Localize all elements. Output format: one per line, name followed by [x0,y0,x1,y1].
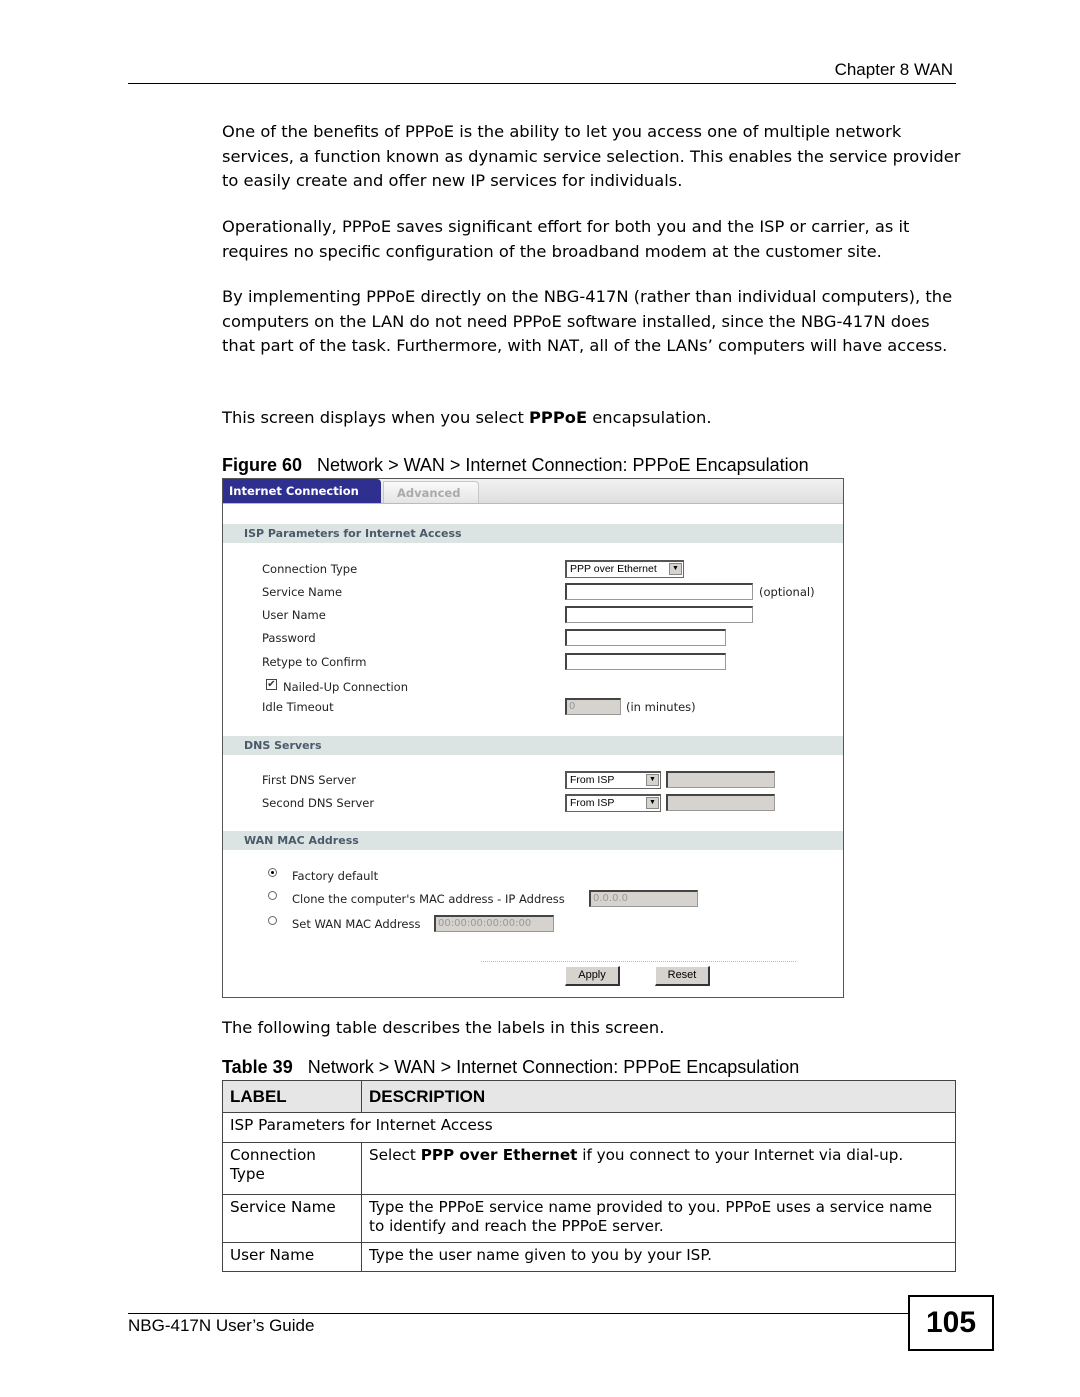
paragraph-select-pppoe: This screen displays when you select PPP… [222,406,962,431]
first-dns-select[interactable]: From ISP ▼ [565,771,661,789]
tab-internet-connection[interactable]: Internet Connection [223,479,381,503]
second-dns-label: Second DNS Server [262,796,375,810]
second-dns-value: From ISP [570,797,615,809]
button-divider [481,961,796,962]
header-divider [128,83,956,84]
description-table: LABEL DESCRIPTION ISP Parameters for Int… [222,1080,956,1272]
page-number: 105 [908,1295,994,1351]
row-description: Type the PPPoE service name provided to … [361,1194,956,1243]
row-label: Connection Type [222,1142,362,1195]
set-mac-label: Set WAN MAC Address [292,917,421,931]
desc-text: Select [369,1146,421,1164]
nailed-up-checkbox[interactable]: ✔ [266,679,277,690]
idle-timeout-label: Idle Timeout [262,700,334,714]
set-mac-input[interactable]: 00:00:00:00:00:00 [434,915,554,932]
user-name-input[interactable] [565,606,753,623]
clone-mac-label: Clone the computer's MAC address - IP Ad… [292,892,565,906]
figure-label: Figure 60 [222,455,303,475]
table-intro-text: The following table describes the labels… [222,1018,665,1037]
section-dns-servers: DNS Servers [223,736,843,755]
paragraph-operationally: Operationally, PPPoE saves significant e… [222,217,910,261]
apply-button[interactable]: Apply [565,966,620,986]
row-label: User Name [222,1242,362,1272]
figure-title: Network > WAN > Internet Connection: PPP… [317,455,809,475]
tab-advanced[interactable]: Advanced [383,481,479,503]
connection-type-select[interactable]: PPP over Ethernet ▼ [565,560,684,578]
section-cell: ISP Parameters for Internet Access [222,1112,956,1143]
reset-button[interactable]: Reset [655,966,710,986]
idle-timeout-input[interactable]: 0 [565,698,621,715]
retype-label: Retype to Confirm [262,655,367,669]
chevron-down-icon: ▼ [646,797,659,809]
header-label: LABEL [222,1080,362,1113]
second-dns-select[interactable]: From ISP ▼ [565,794,661,812]
chapter-header: Chapter 8 WAN [834,60,953,79]
optional-note: (optional) [759,585,815,599]
clone-mac-radio[interactable] [268,891,277,900]
paragraph-implementing: By implementing PPPoE directly on the NB… [222,287,953,356]
router-screenshot: Internet Connection Advanced ISP Paramet… [222,478,844,998]
row-description: Select PPP over Ethernet if you connect … [361,1142,956,1195]
section-isp-parameters: ISP Parameters for Internet Access [223,524,843,543]
header-description: DESCRIPTION [361,1080,956,1113]
password-input[interactable] [565,629,726,646]
row-description: Type the user name given to you by your … [361,1242,956,1272]
bold-term: PPPoE [529,408,588,427]
factory-default-radio[interactable] [268,868,277,877]
chevron-down-icon: ▼ [646,774,659,786]
retype-input[interactable] [565,653,726,670]
password-label: Password [262,631,316,645]
table-title: Network > WAN > Internet Connection: PPP… [307,1057,800,1077]
set-mac-radio[interactable] [268,916,277,925]
text-after: encapsulation. [587,408,712,427]
desc-bold: PPP over Ethernet [420,1146,578,1164]
first-dns-ip-input[interactable] [666,771,775,788]
service-name-label: Service Name [262,585,343,599]
table-header-row: LABEL DESCRIPTION [222,1080,956,1113]
section-wan-mac: WAN MAC Address [223,831,843,850]
chevron-down-icon: ▼ [669,563,682,575]
connection-type-label: Connection Type [262,562,358,576]
table-section-row: ISP Parameters for Internet Access [222,1112,956,1143]
factory-default-label: Factory default [292,869,379,883]
second-dns-ip-input[interactable] [666,794,775,811]
desc-text-after: if you connect to your Internet via dial… [577,1146,904,1164]
first-dns-label: First DNS Server [262,773,356,787]
clone-ip-input[interactable]: 0.0.0.0 [589,890,698,907]
idle-timeout-unit: (in minutes) [626,700,696,714]
row-label: Service Name [222,1194,362,1243]
footer-divider [128,1313,908,1314]
table-row: Service Name Type the PPPoE service name… [222,1194,956,1243]
connection-type-value: PPP over Ethernet [570,563,657,575]
guide-title: NBG-417N User’s Guide [128,1316,315,1335]
table-row: User Name Type the user name given to yo… [222,1242,956,1272]
first-dns-value: From ISP [570,774,615,786]
paragraph-benefits: One of the benefits of PPPoE is the abil… [222,122,961,191]
table-caption: Table 39 Network > WAN > Internet Connec… [222,1057,799,1078]
text-before: This screen displays when you select [222,408,529,427]
service-name-input[interactable] [565,583,753,600]
table-row: Connection Type Select PPP over Ethernet… [222,1142,956,1195]
user-name-label: User Name [262,608,326,622]
tab-bar: Internet Connection Advanced [223,479,843,504]
nailed-up-label: Nailed-Up Connection [283,680,409,694]
figure-caption: Figure 60 Network > WAN > Internet Conne… [222,455,809,476]
table-label: Table 39 [222,1057,293,1077]
